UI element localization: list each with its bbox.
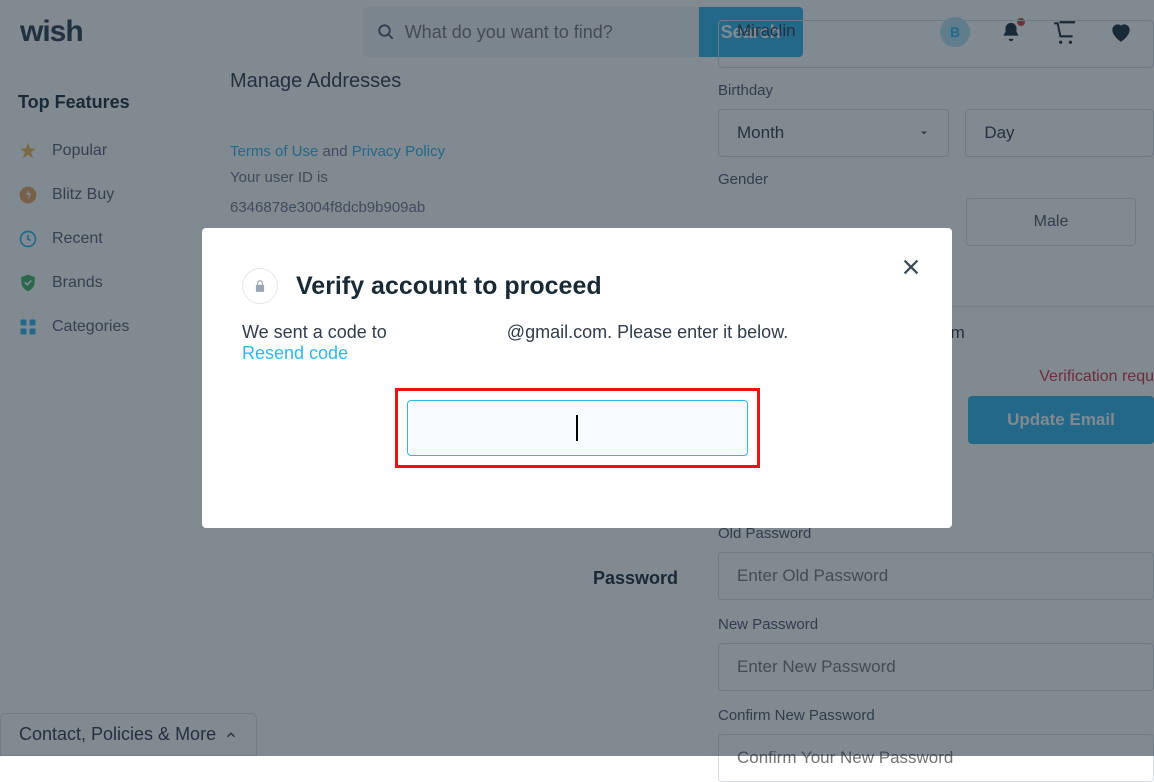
modal-overlay: Verify account to proceed We sent a code… [0, 0, 1154, 756]
verification-code-input[interactable] [407, 400, 748, 456]
verify-modal: Verify account to proceed We sent a code… [202, 228, 952, 528]
modal-title: Verify account to proceed [296, 272, 602, 301]
close-button[interactable] [900, 256, 922, 278]
modal-text: We sent a code to @gmail.com. Please ent… [242, 322, 788, 342]
resend-code-link[interactable]: Resend code [242, 343, 348, 363]
code-input-highlight [395, 388, 760, 468]
close-icon [900, 256, 922, 278]
text-cursor [576, 415, 578, 441]
lock-icon [242, 268, 278, 304]
